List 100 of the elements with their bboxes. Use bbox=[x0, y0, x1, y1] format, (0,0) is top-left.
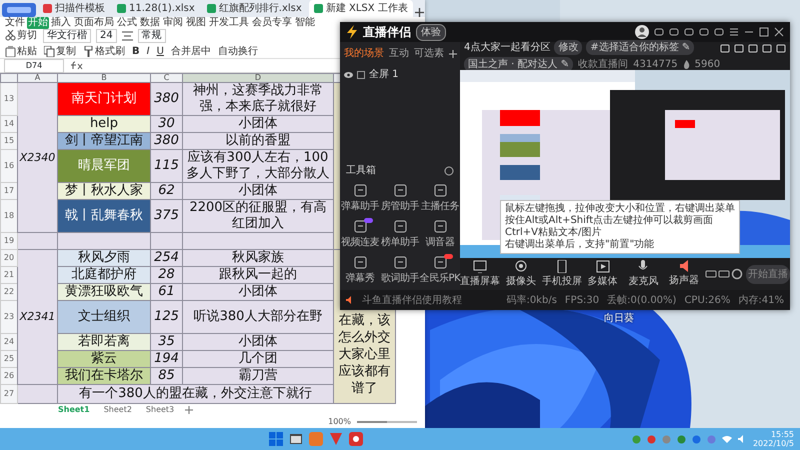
row-number: 22 bbox=[4, 287, 14, 296]
file-tab[interactable]: 红旗配列排行.xlsx bbox=[202, 0, 307, 17]
menu-item[interactable]: 文件 bbox=[4, 17, 26, 29]
menu-item[interactable]: 开发工具 bbox=[208, 17, 250, 29]
format-button[interactable]: I bbox=[146, 44, 151, 59]
column-header[interactable]: D bbox=[182, 74, 334, 82]
source-item[interactable]: 全屏 1 bbox=[369, 67, 399, 82]
plus-icon[interactable] bbox=[185, 406, 194, 414]
menu-item[interactable]: 视图 bbox=[185, 17, 207, 29]
function-icon[interactable] bbox=[70, 61, 84, 70]
server-label: X2341 bbox=[20, 310, 56, 323]
menu-item[interactable]: 插入 bbox=[50, 17, 72, 29]
tag-button[interactable]: #选择适合你的标签 ✎ bbox=[586, 40, 694, 55]
tool-button[interactable]: 调音器 bbox=[420, 220, 460, 250]
menu-item[interactable]: 数据 bbox=[139, 17, 161, 29]
tutorial-link[interactable]: 斗鱼直播伴侣使用教程 bbox=[362, 292, 462, 308]
sheet-file-icon bbox=[314, 4, 323, 13]
menu-item[interactable]: 审阅 bbox=[162, 17, 184, 29]
version-badge[interactable]: 体验 bbox=[416, 24, 446, 40]
plus-icon[interactable] bbox=[449, 50, 457, 58]
menu-item[interactable]: 智能 bbox=[294, 17, 316, 29]
file-tab[interactable]: 新建 XLSX 工作表 bbox=[308, 0, 413, 17]
control-button[interactable]: 多媒体 bbox=[582, 260, 622, 288]
member-count: 28 bbox=[158, 268, 175, 282]
maximize-icon[interactable] bbox=[759, 27, 769, 37]
fullscreen-icon bbox=[357, 70, 365, 78]
bolt-logo-icon bbox=[346, 25, 358, 39]
row-number: 19 bbox=[4, 236, 14, 245]
control-button[interactable]: 直播屏幕 bbox=[460, 260, 500, 288]
tool-button[interactable]: 弹幕秀 bbox=[340, 256, 380, 286]
row-number: 26 bbox=[4, 371, 14, 380]
tool-button[interactable]: 弹幕助手 bbox=[340, 184, 380, 214]
file-tab[interactable]: 扫描件模板 bbox=[38, 0, 110, 17]
room-title: 4点大家一起看分区 bbox=[464, 40, 550, 55]
tool-button[interactable]: 全民乐PK bbox=[420, 256, 460, 286]
row-number: 25 bbox=[4, 354, 14, 363]
desktop-icon-label[interactable]: 向日葵 bbox=[604, 311, 634, 326]
menu-icon[interactable] bbox=[729, 27, 739, 37]
clipboard-icon bbox=[5, 46, 16, 57]
guild-name: 紫云 bbox=[91, 352, 117, 366]
tool-icon bbox=[434, 220, 446, 233]
window-icon[interactable] bbox=[288, 432, 303, 446]
column-header[interactable]: A bbox=[18, 74, 58, 82]
font-name-field[interactable]: 华文行楷 bbox=[43, 28, 91, 42]
toolbar-button[interactable]: 合并居中 bbox=[170, 44, 212, 59]
file-tab[interactable]: 11.28(1).xlsx bbox=[112, 0, 200, 17]
tool-icon bbox=[354, 256, 366, 269]
tooltip-line: Ctrl+V粘贴文本/图片 bbox=[505, 227, 602, 238]
member-count: 62 bbox=[158, 184, 175, 198]
guild-note: 以前的香盟 bbox=[226, 134, 290, 148]
app-icon[interactable] bbox=[348, 432, 363, 446]
speaker-icon bbox=[680, 260, 688, 272]
control-button[interactable]: 手机投屏 bbox=[542, 260, 582, 288]
row-number: 20 bbox=[4, 253, 14, 262]
plus-icon[interactable] bbox=[414, 8, 424, 17]
menu-item[interactable]: 页面布局 bbox=[73, 17, 115, 29]
row-number: 21 bbox=[4, 270, 14, 279]
format-button[interactable]: B bbox=[131, 44, 141, 59]
member-count: 35 bbox=[158, 334, 175, 349]
sheet-file-icon bbox=[117, 4, 126, 13]
format-button[interactable]: U bbox=[156, 44, 165, 59]
tool-button[interactable]: 歌词助手 bbox=[380, 256, 420, 286]
status-stat: CPU:26% bbox=[684, 294, 730, 308]
avatar-icon[interactable] bbox=[635, 25, 649, 39]
control-button[interactable]: 扬声器 bbox=[664, 260, 704, 288]
close-icon[interactable] bbox=[774, 27, 784, 37]
number-format-field[interactable]: 常规 bbox=[138, 28, 166, 42]
font-size-field[interactable]: 24 bbox=[96, 28, 117, 42]
tool-button[interactable]: 主播任务 bbox=[420, 184, 460, 214]
control-button[interactable]: 麦克风 bbox=[624, 260, 664, 288]
tool-button[interactable]: 房管助手 bbox=[380, 184, 420, 214]
align-center-icon[interactable] bbox=[122, 30, 133, 40]
guild-name: 南天门计划 bbox=[72, 91, 136, 106]
toolbar-button[interactable]: 剪切 bbox=[4, 28, 38, 43]
toolbar-button[interactable]: 复制 bbox=[43, 44, 77, 59]
windows-start-icon[interactable] bbox=[268, 432, 283, 446]
tool-button[interactable]: 榜单助手 bbox=[380, 220, 420, 250]
tooltip-line: 右键调出菜单后，支持"前置"功能 bbox=[505, 239, 656, 251]
tooltip-line: 鼠标左键拖拽，拉伸改变大小和位置，右键调出菜单 bbox=[505, 203, 735, 214]
scene-tab[interactable]: 互动 bbox=[389, 46, 409, 61]
sheet-tab[interactable]: Sheet2 bbox=[100, 404, 135, 416]
column-header[interactable]: B bbox=[58, 74, 150, 82]
toolbar-button[interactable]: 自动换行 bbox=[216, 44, 259, 59]
menu-item[interactable]: 公式 bbox=[116, 17, 138, 29]
tool-icon bbox=[394, 256, 406, 269]
toolbar-button[interactable]: 格式刷 bbox=[82, 44, 126, 59]
guild-name: 秋风夕雨 bbox=[78, 250, 130, 265]
tool-icon bbox=[434, 184, 446, 197]
guild-note: 几个团 bbox=[238, 352, 278, 366]
scene-tab[interactable]: 我的场景 bbox=[344, 46, 384, 61]
edit-button[interactable]: 修改 bbox=[554, 40, 582, 55]
sheet-file-icon bbox=[206, 4, 216, 13]
toolbar-button[interactable]: 粘贴 bbox=[4, 44, 38, 59]
menu-item[interactable]: 会员专享 bbox=[251, 17, 293, 29]
row-number: 27 bbox=[4, 389, 14, 398]
tool-button[interactable]: 视频连麦 bbox=[340, 220, 380, 250]
guild-name: 戟丨乱舞春秋 bbox=[65, 208, 143, 223]
sheet-tab[interactable]: Sheet3 bbox=[142, 404, 178, 416]
control-button[interactable]: 摄像头 bbox=[501, 260, 541, 288]
scene-tab[interactable]: 可选素 bbox=[414, 46, 444, 61]
